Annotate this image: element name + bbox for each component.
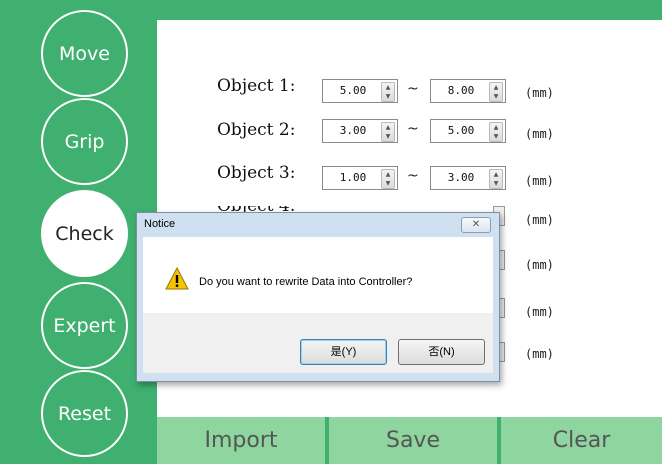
dialog-message: Do you want to rewrite Data into Control… [199,276,413,288]
unit-label: (mm) [525,127,554,141]
grip-button[interactable]: Grip [41,98,128,185]
object-2-label: Object 2: [217,120,296,140]
unit-label: (mm) [525,258,554,272]
object-1-label: Object 1: [217,76,296,96]
object-1-min-value[interactable]: 5.00 [323,80,383,102]
range-separator: ~ [407,168,419,184]
save-button[interactable]: Save [329,417,497,464]
stepper-arrows-icon[interactable]: ▲ ▼ [381,169,395,189]
stepper-arrows-icon[interactable]: ▲ ▼ [489,82,503,102]
dialog-title: Notice [144,218,176,230]
notice-dialog: Notice ✕ Do you want to rewrite Data int… [136,212,500,382]
object-2-min-value[interactable]: 3.00 [323,120,383,142]
object-3-max-stepper[interactable]: 3.00 ▲ ▼ [430,166,506,190]
reset-button[interactable]: Reset [41,370,128,457]
warning-icon [165,267,189,290]
object-1-max-value[interactable]: 8.00 [431,80,491,102]
dialog-body [143,237,493,313]
stepper-arrows-icon[interactable]: ▲ ▼ [489,122,503,142]
clear-button[interactable]: Clear [501,417,662,464]
bottom-bar: Import Save Clear [157,417,662,464]
import-button[interactable]: Import [157,417,325,464]
unit-label: (mm) [525,347,554,361]
stepper-arrows-icon[interactable]: ▲ ▼ [381,82,395,102]
object-1-min-stepper[interactable]: 5.00 ▲ ▼ [322,79,398,103]
move-button[interactable]: Move [41,10,128,97]
object-2-max-stepper[interactable]: 5.00 ▲ ▼ [430,119,506,143]
yes-button[interactable]: 是(Y) [300,339,387,365]
dialog-titlebar[interactable]: Notice ✕ [137,213,499,235]
unit-label: (mm) [525,174,554,188]
stepper-arrows-icon[interactable]: ▲ ▼ [381,122,395,142]
expert-button[interactable]: Expert [41,282,128,369]
object-2-max-value[interactable]: 5.00 [431,120,491,142]
range-separator: ~ [407,121,419,137]
object-3-min-value[interactable]: 1.00 [323,167,383,189]
object-2-min-stepper[interactable]: 3.00 ▲ ▼ [322,119,398,143]
check-button[interactable]: Check [41,190,128,277]
unit-label: (mm) [525,86,554,100]
stepper-arrows-icon[interactable]: ▲ ▼ [489,169,503,189]
object-1-max-stepper[interactable]: 8.00 ▲ ▼ [430,79,506,103]
object-3-max-value[interactable]: 3.00 [431,167,491,189]
object-3-min-stepper[interactable]: 1.00 ▲ ▼ [322,166,398,190]
unit-label: (mm) [525,213,554,227]
no-button[interactable]: 否(N) [398,339,485,365]
object-3-label: Object 3: [217,163,296,183]
unit-label: (mm) [525,305,554,319]
close-icon[interactable]: ✕ [461,217,491,233]
range-separator: ~ [407,81,419,97]
